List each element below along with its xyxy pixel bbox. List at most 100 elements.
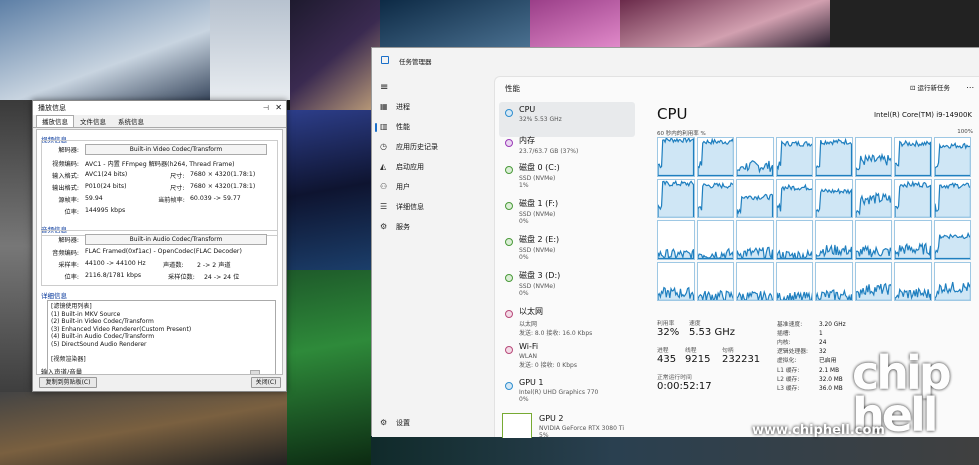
- playback-info-titlebar[interactable]: 播放信息 ⊣ ✕: [33, 101, 286, 115]
- perf-item-wifi[interactable]: Wi-Fi WLAN 发送: 0 接收: 0 Kbps: [499, 339, 635, 374]
- close-icon[interactable]: ✕: [275, 101, 282, 115]
- video-codec-label: 视频编码:: [52, 161, 79, 168]
- perf-item-value: 0%: [519, 218, 529, 225]
- status-dot-icon: [505, 202, 513, 210]
- nav-users[interactable]: ⚇ 用户: [380, 177, 490, 197]
- cpu-core-graph: [894, 261, 932, 301]
- playback-info-tabs: 播放信息 文件信息 系统信息: [33, 115, 286, 128]
- tab-system-info[interactable]: 系统信息: [112, 115, 150, 127]
- spec-row: L3 缓存: 36.0 MB: [777, 383, 843, 392]
- cpu-core-line: [816, 180, 852, 217]
- cpu-core-graph: [696, 178, 734, 218]
- nav-performance[interactable]: ▥ 性能: [375, 117, 490, 137]
- cpu-core-line: [816, 221, 852, 259]
- cpu-core-graph: [854, 137, 892, 177]
- cpu-core-line: [658, 221, 694, 259]
- nav-settings[interactable]: ⚙ 设置: [380, 413, 490, 433]
- perf-item-disk-0[interactable]: 磁盘 0 (C:) SSD (NVMe) 1%: [499, 159, 635, 194]
- perf-item-name: GPU 2: [539, 414, 564, 423]
- audio-decoder-label: 解码器:: [58, 237, 79, 244]
- speed-value: 5.53 GHz: [689, 327, 735, 338]
- util-value: 32%: [657, 327, 680, 338]
- playback-info-title: 播放信息: [38, 104, 66, 112]
- spec-row: 虚拟化: 已启用: [777, 355, 836, 364]
- spec-row: L2 缓存: 32.0 MB: [777, 374, 843, 383]
- perf-item-disk-2[interactable]: 磁盘 2 (E:) SSD (NVMe) 0%: [499, 231, 635, 266]
- nav-processes[interactable]: ▦ 进程: [380, 97, 490, 117]
- speed-label: 速度: [689, 321, 701, 327]
- cpu-core-graph: [775, 178, 813, 218]
- perf-item-sub: 32% 5.53 GHz: [519, 116, 562, 123]
- handles-label: 句柄: [722, 348, 734, 354]
- video-bitrate-value: 144995 kbps: [85, 207, 126, 214]
- volume-slider[interactable]: [250, 370, 260, 374]
- close-button[interactable]: 关闭(C): [251, 377, 281, 388]
- tab-playback-info[interactable]: 播放信息: [36, 115, 74, 127]
- rocket-icon: ◭: [380, 162, 387, 171]
- input-format-value: AVC1(24 bits): [85, 171, 128, 178]
- filter-list[interactable]: [滤镜使用列表] (1) Built-in MKV Source (2) Bui…: [47, 300, 276, 374]
- cpu-core-graphs: [657, 137, 971, 301]
- uptime-label: 正常运行时间: [657, 375, 692, 381]
- perf-item-value: 发送: 0 接收: 0 Kbps: [519, 362, 577, 369]
- bg-still-2: [210, 0, 290, 100]
- channels-label: 声道数:: [163, 262, 184, 269]
- sample-rate-label: 采样率:: [58, 262, 79, 269]
- util-label: 利用率: [657, 321, 675, 327]
- nav-label: 设置: [396, 419, 410, 427]
- cpu-core-line: [895, 138, 931, 176]
- bg-still-7: [830, 0, 979, 47]
- spec-key: L3 缓存:: [777, 386, 800, 392]
- input-channel-title: 输入声道/音量: [41, 368, 83, 375]
- more-options-icon[interactable]: ⋯: [966, 83, 974, 92]
- perf-item-gpu-1[interactable]: GPU 1 Intel(R) UHD Graphics 770 0%: [499, 375, 635, 410]
- cpu-core-graph: [736, 178, 774, 218]
- audio-decoder-value: Built-in Audio Codec/Transform: [85, 234, 267, 245]
- cpu-core-line: [934, 180, 970, 217]
- perf-item-name: CPU: [519, 105, 536, 114]
- nav-label: 详细信息: [396, 203, 424, 211]
- copy-to-clipboard-button[interactable]: 复制到剪贴板(C): [39, 377, 97, 388]
- hamburger-menu-icon[interactable]: ≡: [380, 78, 490, 98]
- cpu-core-graph: [894, 137, 932, 177]
- perf-item-disk-1[interactable]: 磁盘 1 (F:) SSD (NVMe) 0%: [499, 195, 635, 230]
- cpu-core-line: [737, 180, 773, 217]
- output-format-label: 输出格式:: [52, 185, 79, 192]
- spec-key: 内核:: [777, 340, 791, 346]
- cpu-core-graph: [815, 220, 853, 260]
- perf-item-name: 以太网: [519, 307, 543, 316]
- pin-icon[interactable]: ⊣: [263, 101, 269, 115]
- status-dot-icon: [505, 310, 513, 318]
- nav-details[interactable]: ☰ 详细信息: [380, 197, 490, 217]
- grid-icon: ▦: [380, 102, 388, 111]
- task-manager-titlebar[interactable]: 任务管理器: [372, 48, 979, 76]
- spec-value: 36.0 MB: [819, 386, 843, 392]
- playback-info-panel[interactable]: 视频信息 解码器: Built-in Video Codec/Transform…: [36, 129, 283, 375]
- perf-item-gpu-2[interactable]: GPU 2 NVIDIA GeForce RTX 3080 Ti 5%: [499, 411, 635, 438]
- nav-startup-apps[interactable]: ◭ 启动应用: [380, 157, 490, 177]
- cpu-core-line: [697, 138, 733, 176]
- perf-item-disk-3[interactable]: 磁盘 3 (D:) SSD (NVMe) 0%: [499, 267, 635, 302]
- processes-value: 435: [657, 354, 677, 365]
- tab-file-info[interactable]: 文件信息: [74, 115, 112, 127]
- status-dot-icon: [505, 274, 513, 282]
- perf-item-value: 发送: 8.0 接收: 16.0 Kbps: [519, 330, 593, 337]
- bg-still-3: [290, 0, 380, 110]
- nav-services[interactable]: ⚙ 服务: [380, 217, 490, 237]
- run-new-task-button[interactable]: ⊡ 运行新任务 ⋯: [910, 82, 974, 92]
- cpu-core-line: [776, 263, 812, 300]
- cpu-core-graph: [815, 137, 853, 177]
- perf-item-sub: Intel(R) UHD Graphics 770: [519, 389, 599, 396]
- perf-item-sub: SSD (NVMe): [519, 247, 556, 254]
- nav-app-history[interactable]: ◷ 应用历史记录: [380, 137, 490, 157]
- cpu-core-line: [855, 180, 891, 217]
- perf-item-sub: NVIDIA GeForce RTX 3080 Ti: [539, 425, 624, 432]
- perf-item-value: 0%: [519, 290, 529, 297]
- cpu-core-line: [895, 263, 931, 300]
- spec-key: 基准速度:: [777, 322, 803, 328]
- bg-still-5: [530, 0, 620, 47]
- nav-label: 进程: [396, 103, 410, 111]
- cpu-graph-axis-max: 100%: [957, 129, 973, 135]
- perf-item-ethernet[interactable]: 以太网 以太网 发送: 8.0 接收: 16.0 Kbps: [499, 303, 635, 338]
- cpu-core-line: [855, 263, 891, 300]
